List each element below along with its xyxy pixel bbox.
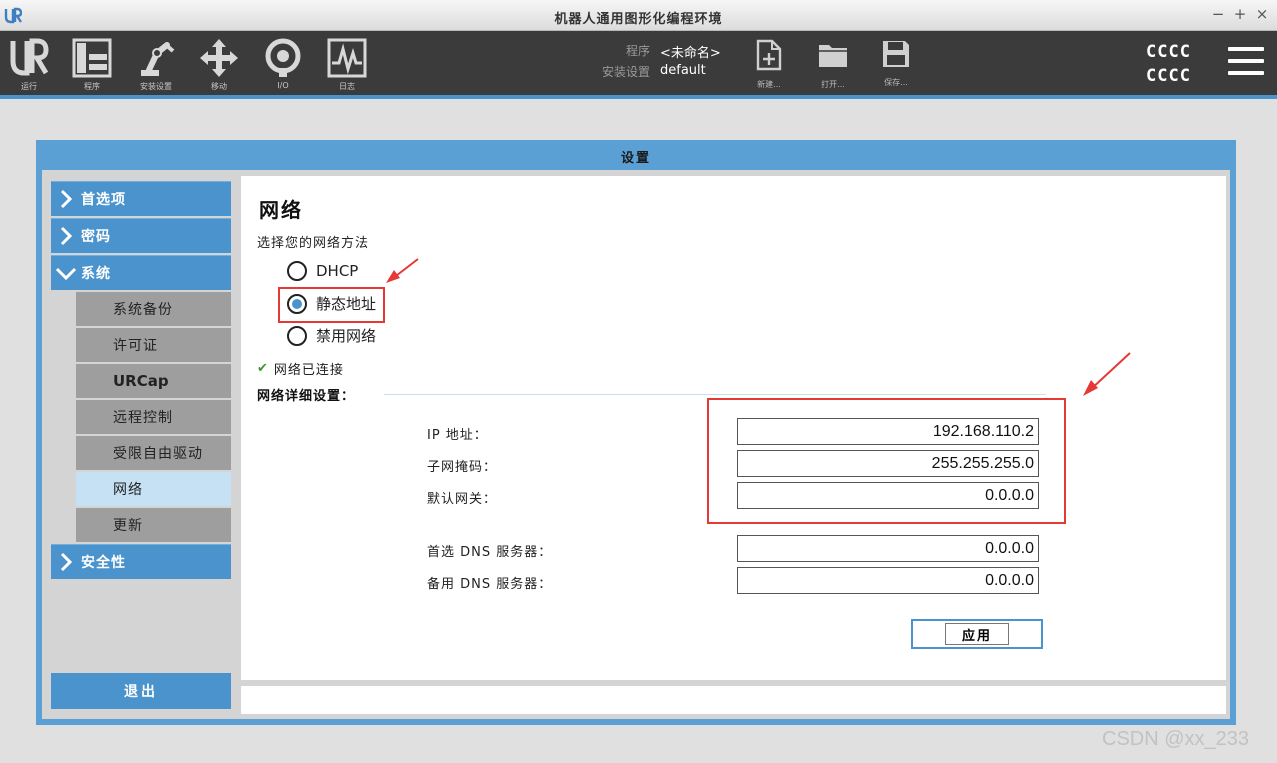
move-arrows-icon [200, 39, 238, 77]
program-icon [72, 38, 112, 78]
toolbar-label: 运行 [21, 82, 37, 91]
radio-label: 禁用网络 [316, 327, 377, 345]
annotation-arrow-icon [386, 258, 419, 283]
section-divider [384, 394, 1046, 395]
toolbar-run-button[interactable]: 运行 [0, 37, 58, 92]
window-titlebar: 机器人通用图形化编程环境 − + × [0, 0, 1277, 31]
toolbar-accent-line [0, 95, 1277, 99]
program-name: <未命名> [660, 46, 721, 61]
file-button-label: 打开... [821, 80, 845, 89]
apply-button-label: 应用 [945, 623, 1009, 645]
network-status-text: 网络已连接 [273, 363, 344, 378]
sidebar-item-label: 密码 [81, 229, 111, 245]
sidebar-item-label: 首选项 [81, 192, 126, 208]
new-file-button[interactable]: 新建... [744, 39, 794, 90]
sidebar-item-network[interactable]: 网络 [76, 472, 231, 506]
preferred-dns-field[interactable]: 0.0.0.0 [737, 535, 1039, 562]
save-icon [883, 41, 909, 67]
annotation-arrow-icon [1083, 352, 1131, 396]
radio-label: DHCP [316, 262, 359, 280]
status-line-2: CCCC [1146, 66, 1191, 86]
watermark: CSDN @xx_233 [1102, 728, 1250, 750]
toolbar-label: 移动 [211, 82, 227, 91]
radio-disable-network[interactable]: 禁用网络 [287, 325, 376, 346]
sidebar-item-security[interactable]: 安全性 [51, 544, 231, 579]
toolbar-label: 安装设置 [140, 82, 172, 91]
toolbar-label: 程序 [84, 82, 100, 91]
annotation-box-fields [707, 398, 1066, 524]
chevron-down-icon [51, 266, 81, 280]
dialog-title: 设置 [620, 151, 651, 166]
check-icon: ✔ [257, 361, 269, 376]
program-info: 程序 <未命名> 安装设置 default [560, 42, 721, 84]
save-file-button[interactable]: 保存... [871, 39, 921, 88]
annotation-box-static [278, 287, 385, 323]
status-indicator: CCCC CCCC [1146, 40, 1191, 88]
status-line-1: CCCC [1146, 42, 1191, 62]
minimize-button[interactable]: − [1209, 5, 1227, 23]
sidebar-item-system-backup[interactable]: 系统备份 [76, 292, 231, 326]
apply-button[interactable]: 应用 [911, 619, 1043, 649]
sidebar-item-remote-control[interactable]: 远程控制 [76, 400, 231, 434]
maximize-button[interactable]: + [1231, 5, 1249, 23]
ip-address-label: IP 地址： [427, 428, 488, 443]
sidebar-item-urcap[interactable]: URCap [76, 364, 231, 398]
panel-footer [241, 686, 1226, 714]
sidebar-item-preferences[interactable]: 首选项 [51, 181, 231, 216]
page-title: 网络 [259, 198, 303, 222]
new-file-icon [756, 39, 782, 71]
radio-button-icon [287, 261, 307, 281]
radio-dhcp[interactable]: DHCP [287, 261, 358, 281]
ur-logo-icon [10, 38, 49, 76]
close-button[interactable]: × [1253, 5, 1271, 23]
chevron-right-icon [51, 189, 81, 209]
sidebar-item-password[interactable]: 密码 [51, 218, 231, 253]
program-key: 程序 [625, 44, 650, 58]
open-folder-icon [819, 45, 847, 67]
toolbar-io-button[interactable]: I/O [254, 37, 312, 90]
sidebar-item-update[interactable]: 更新 [76, 508, 231, 542]
alternate-dns-label: 备用 DNS 服务器： [427, 577, 553, 592]
exit-button[interactable]: 退出 [51, 673, 231, 709]
window-title: 机器人通用图形化编程环境 [554, 12, 723, 27]
sidebar-item-system[interactable]: 系统 [51, 255, 231, 290]
toolbar-move-button[interactable]: 移动 [190, 37, 248, 92]
sidebar-item-label: 安全性 [81, 555, 126, 571]
network-status: ✔ 网络已连接 [257, 359, 344, 378]
network-details-heading: 网络详细设置： [257, 389, 356, 404]
log-icon [327, 38, 367, 78]
network-panel: 网络 选择您的网络方法 DHCP 静态地址 禁用网络 ✔ 网络已连接 网络详细设… [241, 176, 1226, 680]
toolbar-label: 日志 [339, 82, 355, 91]
alternate-dns-field[interactable]: 0.0.0.0 [737, 567, 1039, 594]
hamburger-menu-icon[interactable] [1228, 47, 1264, 83]
settings-sidebar: 首选项 密码 系统 系统备份 许可证 URCap 远程控制 受限自由驱动 网络 … [51, 181, 231, 581]
sidebar-item-license[interactable]: 许可证 [76, 328, 231, 362]
installation-name: default [660, 63, 706, 78]
installation-key: 安装设置 [601, 65, 650, 79]
file-button-label: 新建... [757, 80, 781, 89]
network-method-prompt: 选择您的网络方法 [257, 236, 370, 251]
radio-button-icon [287, 325, 307, 346]
sidebar-item-freedrive[interactable]: 受限自由驱动 [76, 436, 231, 470]
file-button-label: 保存... [884, 78, 908, 87]
toolbar-label: I/O [277, 81, 289, 90]
preferred-dns-label: 首选 DNS 服务器： [427, 545, 553, 560]
main-toolbar: 运行 程序 安装设置 移动 I/O 日志 程序 <未命名> 安装设置 defau… [0, 31, 1277, 99]
robot-arm-icon [141, 42, 175, 76]
toolbar-installation-button[interactable]: 安装设置 [127, 37, 185, 92]
chevron-right-icon [51, 226, 81, 246]
toolbar-log-button[interactable]: 日志 [318, 37, 376, 92]
chevron-right-icon [51, 552, 81, 572]
io-icon [265, 38, 301, 77]
toolbar-program-button[interactable]: 程序 [63, 37, 121, 92]
default-gateway-label: 默认网关： [427, 492, 498, 507]
subnet-mask-label: 子网掩码： [427, 460, 498, 475]
open-file-button[interactable]: 打开... [808, 39, 858, 90]
sidebar-item-label: 系统 [81, 266, 111, 282]
